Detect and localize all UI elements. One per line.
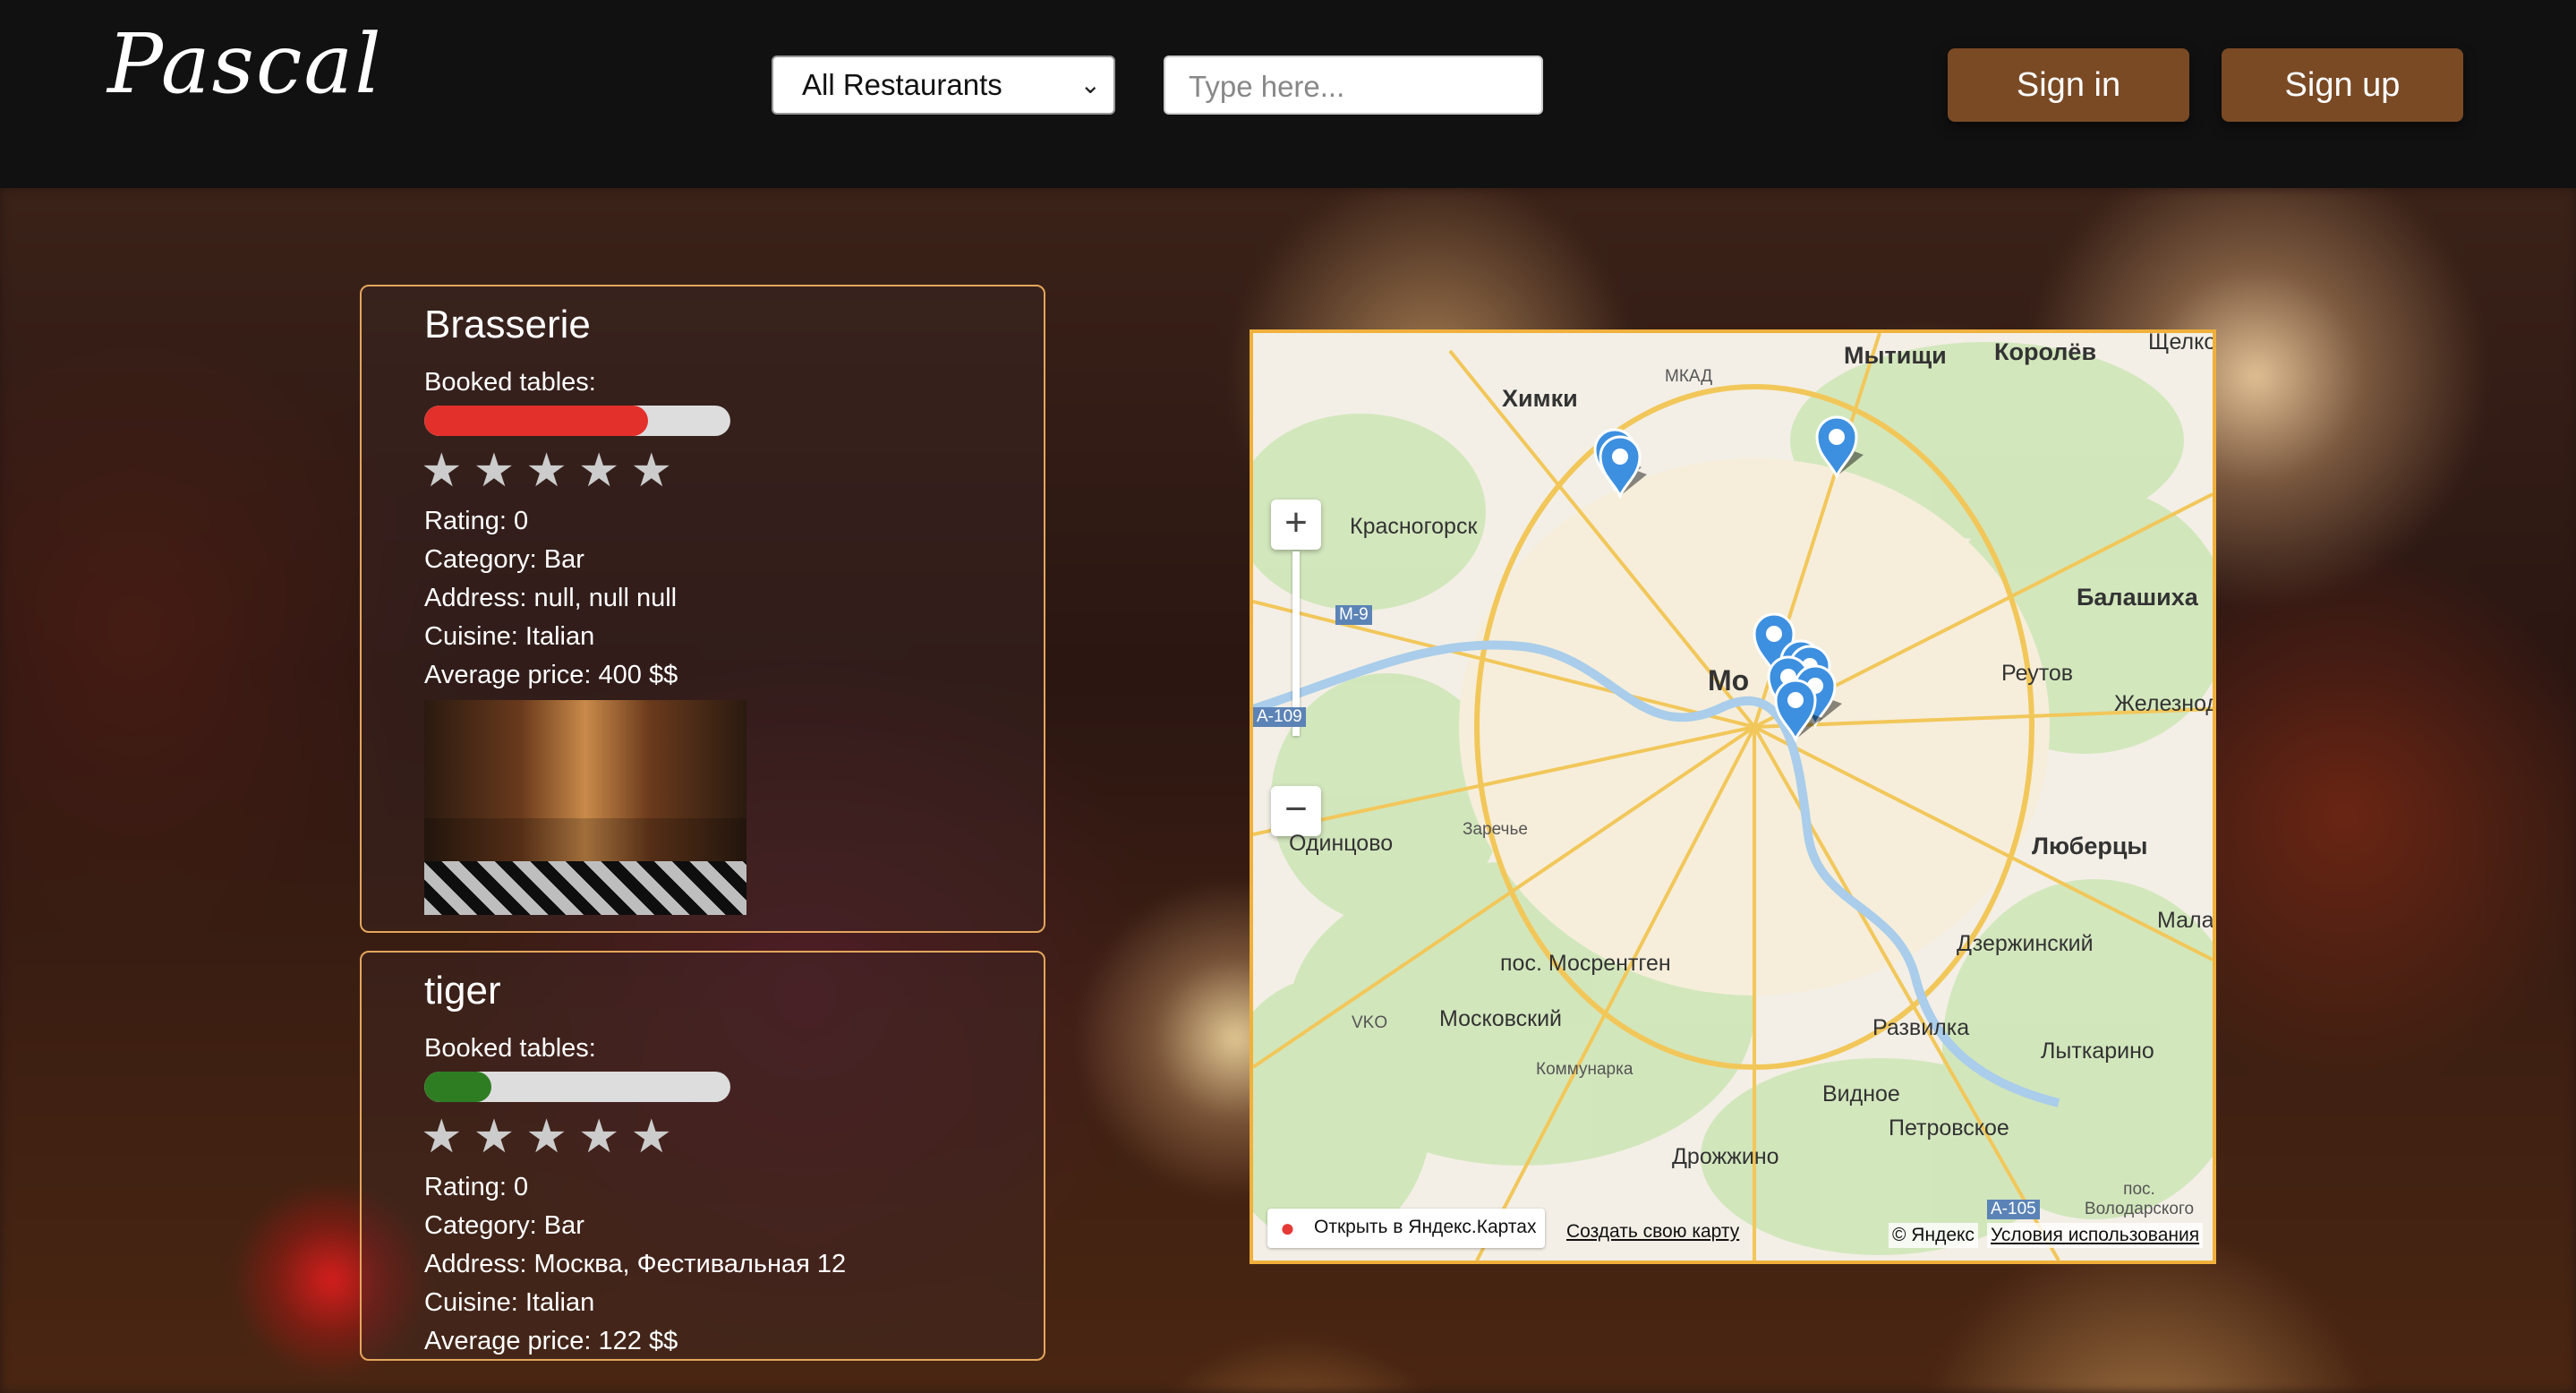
- booked-tables-fill: [424, 406, 648, 436]
- map-label: пос. Володарского: [2084, 1180, 2195, 1218]
- address-text: Address: Москва, Фестивальная 12: [424, 1250, 847, 1278]
- map-label: VKO: [1352, 1013, 1388, 1032]
- restaurant-card[interactable]: tiger Booked tables: ★★★★★ Rating: 0 Cat…: [360, 951, 1045, 1361]
- star-icon[interactable]: ★: [421, 1111, 473, 1163]
- map-label: Развилка: [1872, 1015, 1970, 1040]
- average-price-text: Average price: 400 $$: [424, 661, 678, 689]
- rating-text: Rating: 0: [424, 1173, 529, 1201]
- map-label: Мытищи: [1844, 342, 1947, 369]
- address-text: Address: null, null null: [424, 584, 678, 612]
- map-label: Петровское: [1889, 1115, 2009, 1141]
- restaurant-name[interactable]: tiger: [424, 969, 1044, 1013]
- category-text: Category: Bar: [424, 545, 584, 574]
- top-header: Pascal All Restaurants ⌄ Type here... Si…: [0, 0, 2576, 188]
- restaurant-photo: [424, 700, 746, 915]
- rating-stars[interactable]: ★★★★★: [421, 1109, 1044, 1165]
- zoom-in-button[interactable]: +: [1271, 500, 1321, 550]
- logo[interactable]: Pascal: [107, 16, 383, 112]
- booked-tables-label: Booked tables:: [424, 368, 596, 397]
- map-label: Реутов: [2001, 661, 2074, 686]
- location-pin-icon: ●: [1280, 1214, 1295, 1242]
- copyright-text: © Яндекс: [1889, 1223, 1978, 1248]
- map-label: Одинцово: [1289, 831, 1394, 856]
- sign-up-button[interactable]: Sign up: [2222, 48, 2463, 122]
- restaurant-filter-select[interactable]: All Restaurants ⌄: [772, 56, 1115, 115]
- restaurant-card[interactable]: Brasserie Booked tables: ★★★★★ Rating: 0…: [360, 285, 1045, 933]
- map-label: Лыткарино: [2041, 1038, 2154, 1064]
- star-icon[interactable]: ★: [578, 445, 631, 497]
- search-input[interactable]: Type here...: [1164, 56, 1543, 115]
- star-icon[interactable]: ★: [631, 445, 684, 497]
- category-text: Category: Bar: [424, 1211, 584, 1240]
- yandex-map[interactable]: + − Химки Мытищи Королёв Щелко Красногор…: [1250, 329, 2216, 1264]
- create-map-link[interactable]: Создать свою карту: [1566, 1221, 1739, 1243]
- map-label: Люберцы: [2032, 833, 2148, 859]
- star-icon[interactable]: ★: [631, 1111, 684, 1163]
- map-label: Щелко: [2148, 329, 2216, 355]
- average-price-text: Average price: 122 $$: [424, 1327, 678, 1355]
- map-tiles[interactable]: [1253, 333, 2213, 1261]
- road-sign: М-9: [1335, 605, 1372, 625]
- road-sign: А-105: [1987, 1200, 2040, 1219]
- booked-tables-fill: [424, 1072, 492, 1102]
- rating-text: Rating: 0: [424, 507, 529, 535]
- map-label: МКАД: [1665, 367, 1713, 386]
- rating-stars[interactable]: ★★★★★: [421, 443, 1044, 499]
- chevron-down-icon: ⌄: [1079, 71, 1101, 98]
- map-label: Химки: [1502, 385, 1578, 412]
- booked-tables-progress: [424, 1072, 730, 1102]
- map-label: Дрожжино: [1672, 1144, 1779, 1169]
- map-label: пос. Мосрентген: [1500, 951, 1671, 976]
- map-label: Мала: [2157, 908, 2214, 933]
- open-in-yandex-link[interactable]: ● Открыть в Яндекс.Картах: [1267, 1209, 1546, 1248]
- map-label: Балашиха: [2077, 584, 2198, 611]
- filter-select-value: All Restaurants: [802, 68, 1002, 101]
- map-label: Дзержинский: [1957, 931, 2094, 956]
- map-label: Красногорск: [1350, 514, 1478, 539]
- restaurant-name[interactable]: Brasserie: [424, 303, 1044, 347]
- cuisine-text: Cuisine: Italian: [424, 622, 595, 651]
- map-label: Коммунарка: [1536, 1060, 1633, 1079]
- booked-tables-progress: [424, 406, 730, 436]
- booked-tables-label: Booked tables:: [424, 1034, 596, 1063]
- map-label: Железнод: [2114, 691, 2216, 716]
- cuisine-text: Cuisine: Italian: [424, 1288, 595, 1317]
- sign-in-button[interactable]: Sign in: [1948, 48, 2189, 122]
- map-label: Московский: [1439, 1006, 1562, 1031]
- map-label: Заречье: [1463, 820, 1528, 839]
- star-icon[interactable]: ★: [473, 1111, 526, 1163]
- star-icon[interactable]: ★: [525, 445, 578, 497]
- zoom-out-button[interactable]: −: [1271, 786, 1321, 836]
- star-icon[interactable]: ★: [578, 1111, 631, 1163]
- map-label: Мо: [1708, 664, 1750, 696]
- star-icon[interactable]: ★: [525, 1111, 578, 1163]
- map-label: Видное: [1822, 1081, 1900, 1107]
- map-label: Королёв: [1994, 338, 2097, 365]
- open-in-yandex-label: Открыть в Яндекс.Картах: [1314, 1217, 1537, 1237]
- road-sign: А-109: [1253, 707, 1306, 727]
- terms-link[interactable]: Условия использования: [1987, 1223, 2204, 1248]
- star-icon[interactable]: ★: [421, 445, 473, 497]
- star-icon[interactable]: ★: [473, 445, 526, 497]
